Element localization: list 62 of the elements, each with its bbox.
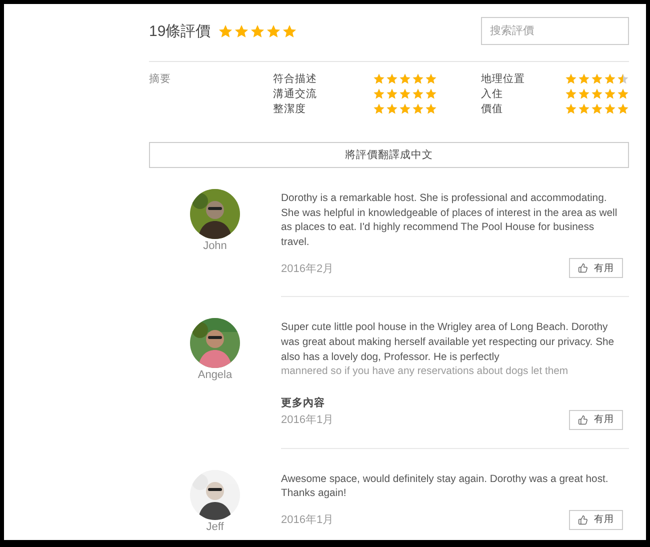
star-icon	[425, 73, 437, 85]
star-icon	[412, 73, 424, 85]
review-date: 2016年2月	[281, 262, 334, 276]
star-icon	[565, 88, 577, 100]
reviewer-name: John	[203, 240, 227, 252]
star-icon	[373, 103, 385, 115]
star-icon	[386, 88, 398, 100]
star-icon	[282, 24, 297, 38]
star-icon	[617, 88, 629, 100]
star-icon	[399, 88, 411, 100]
review-text: Awesome space, would definitely stay again. Dorothy was a great host. Thanks again!	[281, 472, 610, 502]
summary-label: 摘要	[149, 72, 172, 87]
star-icon	[578, 103, 590, 115]
thumbs-up-icon	[578, 514, 588, 525]
review-text: Dorothy is a remarkable host. She is professional and accommodating. She was helpful in knowledgeable of places of interest in the area as well as places to eat. I'd highly recommend The Pool House for business travel.	[281, 192, 618, 250]
star-icon	[373, 73, 385, 85]
helpful-button[interactable]: 有用	[569, 410, 623, 430]
star-icon	[373, 88, 385, 100]
review-date: 2016年1月	[281, 413, 334, 428]
star-icon	[565, 103, 577, 115]
star-icon	[399, 103, 411, 115]
review-count-title: 19條評價	[149, 22, 211, 40]
star-icon	[250, 24, 265, 38]
star-icon	[234, 24, 249, 38]
review-date: 2016年1月	[281, 513, 334, 528]
star-icon	[386, 103, 398, 115]
thumbs-up-icon	[578, 414, 588, 425]
category-name: 入住	[480, 87, 504, 101]
star-icon	[604, 88, 616, 100]
star-icon	[218, 24, 233, 38]
star-icon	[617, 103, 629, 115]
category-name: 整潔度	[273, 102, 307, 116]
star-icon	[425, 103, 437, 115]
star-icon	[399, 73, 411, 85]
thumbs-up-icon	[578, 263, 588, 274]
reviewer-name: Jeff	[206, 520, 224, 533]
star-icon	[386, 73, 398, 85]
helpful-button[interactable]: 有用	[569, 510, 623, 530]
star-icon	[266, 24, 281, 38]
reviewer-name: Angela	[198, 369, 232, 382]
translate-button[interactable]: 將評價翻譯成中文	[149, 142, 629, 168]
star-icon	[591, 73, 603, 85]
star-icon	[565, 73, 577, 85]
star-icon	[617, 73, 629, 85]
star-icon	[591, 103, 603, 115]
star-icon	[591, 88, 603, 100]
category-name: 溝通交流	[273, 87, 318, 101]
category-name: 地理位置	[480, 72, 526, 86]
star-icon	[604, 73, 616, 85]
search-field[interactable]: 搜索評價	[481, 17, 629, 45]
helpful-button[interactable]: 有用	[569, 258, 623, 278]
star-icon	[412, 88, 424, 100]
review-text: Super cute little pool house in the Wrigley area of Long Beach. Dorothy was great about making herself available yet respecting our privacy. She also has a lovely dog, Professor. He is perfectly	[281, 321, 616, 365]
star-icon	[578, 88, 590, 100]
star-icon	[578, 73, 590, 85]
star-icon	[604, 103, 616, 115]
read-more-link[interactable]: 更多內容	[281, 396, 325, 410]
category-name: 價值	[480, 102, 504, 116]
faded-review-text: mannered so if you have any reservations about dogs let them	[281, 365, 570, 380]
star-icon	[412, 103, 424, 115]
star-icon	[425, 88, 437, 100]
category-name: 符合描述	[273, 72, 318, 86]
